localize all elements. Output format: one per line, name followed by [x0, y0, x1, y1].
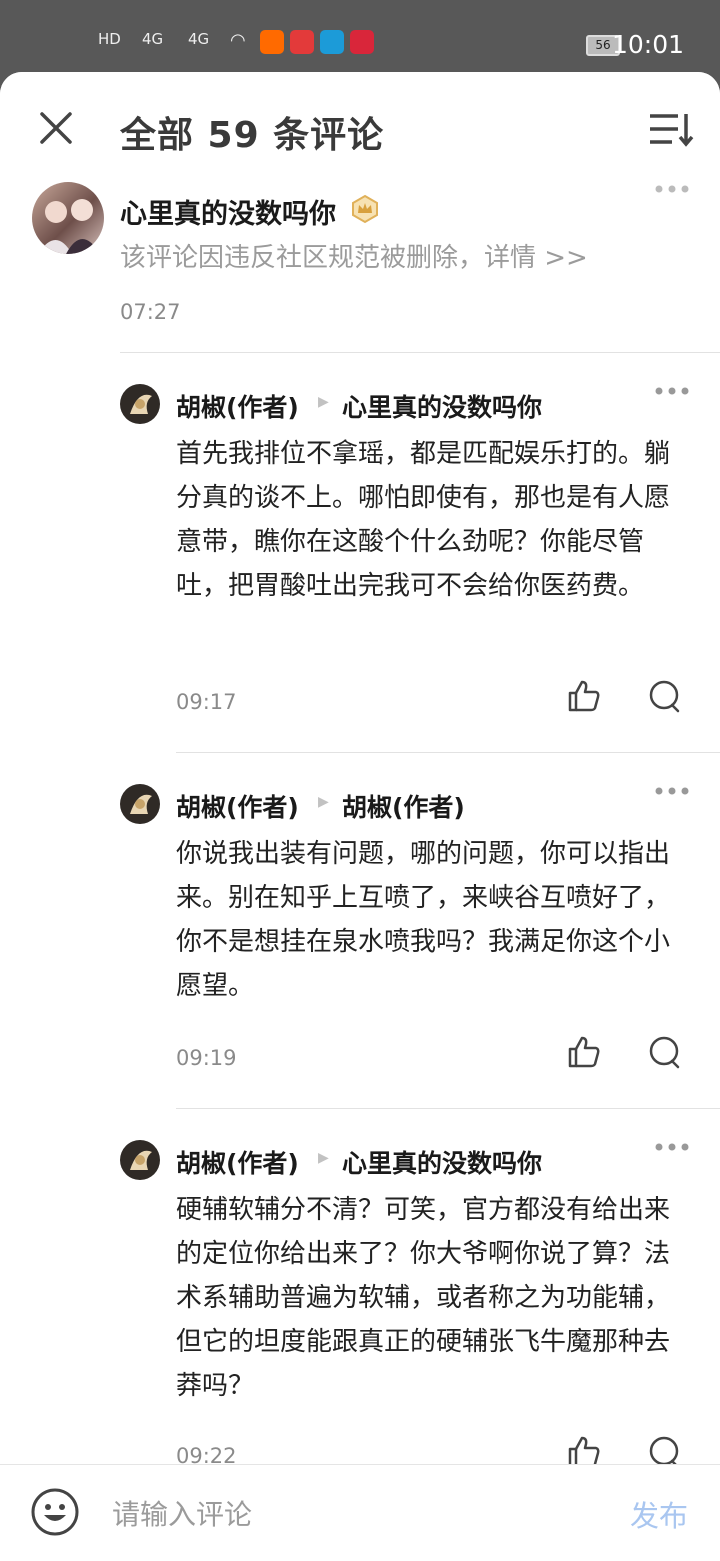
more-icon[interactable] [654, 1142, 690, 1152]
reply-arrow-icon: ▶ [318, 1150, 329, 1166]
signal-icon: 4G [142, 30, 164, 48]
publish-button[interactable]: 发布 [630, 1493, 688, 1535]
avatar-photo [130, 1150, 152, 1170]
huawei-icon [350, 30, 374, 54]
reply-to-user[interactable]: 心里真的没数吗你 [342, 1144, 542, 1180]
page-title: 全部 59 条评论 [120, 115, 385, 156]
more-icon[interactable] [654, 386, 690, 396]
divider [176, 1108, 720, 1109]
taobao-icon [260, 30, 284, 54]
avatar[interactable] [120, 784, 160, 824]
reply-to-user[interactable]: 胡椒(作者) [342, 788, 465, 824]
like-icon[interactable] [566, 678, 602, 714]
emoji-icon[interactable] [30, 1487, 80, 1537]
more-icon[interactable] [654, 184, 690, 194]
sort-icon[interactable] [648, 110, 694, 148]
avatar[interactable] [120, 1140, 160, 1180]
like-icon[interactable] [566, 1034, 602, 1070]
comment-author[interactable]: 心里真的没数吗你 [120, 192, 336, 231]
comments-sheet: 全部 59 条评论 心里真的没数吗你 该评论因违反社区规范被删除，详情 >> 0… [0, 72, 720, 1560]
comments-header: 全部 59 条评论 [0, 72, 720, 182]
crown-badge-icon [352, 194, 378, 224]
status-time: 10:01 [611, 30, 684, 59]
close-icon[interactable] [36, 108, 76, 148]
reply-text[interactable]: 首先我排位不拿瑶，都是匹配娱乐打的。躺分真的谈不上。哪怕即使有，那也是有人愿意带… [176, 432, 686, 608]
reply-author[interactable]: 胡椒(作者) [176, 388, 299, 424]
comment-input-bar: 请输入评论 发布 [0, 1464, 720, 1561]
avatar-photo [38, 199, 100, 254]
divider [120, 352, 720, 353]
hd-indicator: HD [98, 30, 121, 48]
reply-time: 09:17 [176, 690, 237, 714]
avatar[interactable] [120, 384, 160, 424]
divider [176, 752, 720, 753]
reply-author[interactable]: 胡椒(作者) [176, 788, 299, 824]
comment-input[interactable]: 请输入评论 [112, 1493, 252, 1533]
reply-item: 胡椒(作者) ▶ 心里真的没数吗你 首先我排位不拿瑶，都是匹配娱乐打的。躺分真的… [0, 372, 720, 752]
delivery-icon [320, 30, 344, 54]
reply-time: 09:19 [176, 1046, 237, 1070]
reply-icon[interactable] [646, 1034, 682, 1070]
signal-icon-2: 4G [188, 30, 210, 48]
reply-author[interactable]: 胡椒(作者) [176, 1144, 299, 1180]
avatar-photo [130, 794, 152, 814]
reply-arrow-icon: ▶ [318, 794, 329, 810]
wifi-icon: ◠ [230, 30, 246, 51]
reply-text[interactable]: 硬辅软辅分不清？可笑，官方都没有给出来的定位你给出来了？你大爷啊你说了算？法术系… [176, 1188, 686, 1408]
avatar[interactable] [32, 182, 104, 254]
more-icon[interactable] [654, 786, 690, 796]
comment-time: 07:27 [120, 300, 181, 324]
reply-item: 胡椒(作者) ▶ 心里真的没数吗你 硬辅软辅分不清？可笑，官方都没有给出来的定位… [0, 1128, 720, 1469]
tmall-icon [290, 30, 314, 54]
reply-icon[interactable] [646, 678, 682, 714]
reply-to-user[interactable]: 心里真的没数吗你 [342, 388, 542, 424]
reply-text[interactable]: 你说我出装有问题，哪的问题，你可以指出来。别在知乎上互喷了，来峡谷互喷好了，你不… [176, 832, 686, 1008]
reply-item: 胡椒(作者) ▶ 胡椒(作者) 你说我出装有问题，哪的问题，你可以指出来。别在知… [0, 772, 720, 1112]
avatar-photo [130, 394, 152, 414]
reply-arrow-icon: ▶ [318, 394, 329, 410]
comment-text[interactable]: 该评论因违反社区规范被删除，详情 >> [120, 236, 680, 280]
